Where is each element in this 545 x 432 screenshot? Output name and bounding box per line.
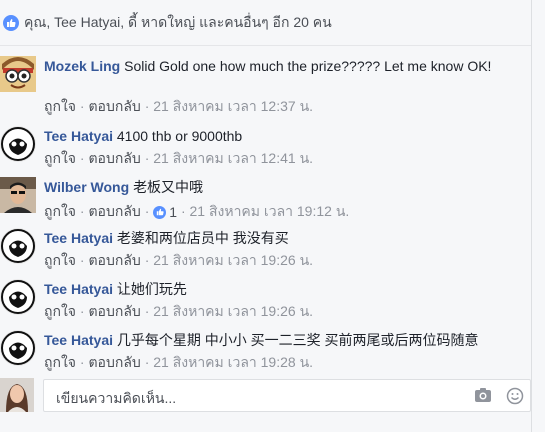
comment-input-placeholder: เขียนความคิดเห็น... — [56, 390, 177, 406]
comment-text: 让她们玩先 — [116, 281, 187, 297]
separator: · — [79, 252, 85, 268]
separator: · — [79, 203, 85, 219]
comment-actions: ถูกใจ · ตอบกลับ · 21 สิงหาคม เวลา 19:28 … — [44, 352, 313, 374]
comment-author[interactable]: Wilber Wong — [44, 179, 129, 195]
reply-link[interactable]: ตอบกลับ — [88, 150, 140, 166]
reply-link[interactable]: ตอบกลับ — [88, 354, 140, 370]
separator: · — [144, 98, 150, 114]
reaction-count-text: 1 — [169, 204, 178, 220]
thumbs-up-icon — [153, 205, 167, 219]
comment-timestamp[interactable]: 21 สิงหาคม เวลา 19:26 น. — [153, 303, 313, 319]
separator: · — [144, 203, 150, 219]
comment-text: 老板又中哦 — [133, 179, 204, 195]
reply-link[interactable]: ตอบกลับ — [88, 252, 140, 268]
comment-actions: ถูกใจ · ตอบกลับ · 21 สิงหาคม เวลา 12:37 … — [44, 96, 313, 118]
thumbs-up-icon — [3, 14, 19, 31]
separator: · — [79, 150, 85, 166]
comment-actions: ถูกใจ · ตอบกลับ · 21 สิงหาคม เวลา 19:26 … — [44, 301, 313, 323]
cartoon-avatar[interactable] — [0, 56, 36, 92]
comment-text: 4100 thb or 9000thb — [116, 128, 243, 144]
like-link[interactable]: ถูกใจ — [44, 303, 76, 319]
separator: · — [144, 150, 150, 166]
comment-actions: ถูกใจ · ตอบกลับ · 1 · 21 สิงหาคม เวลา 19… — [44, 201, 349, 223]
separator: · — [144, 354, 150, 370]
separator: · — [180, 203, 186, 219]
comment-timestamp[interactable]: 21 สิงหาคม เวลา 19:12 น. — [190, 203, 350, 219]
comment-timestamp[interactable]: 21 สิงหาคม เวลา 19:28 น. — [153, 354, 313, 370]
comment-author[interactable]: Tee Hatyai — [44, 230, 113, 246]
comment-input[interactable]: เขียนความคิดเห็น... — [43, 379, 531, 412]
scrollbar[interactable] — [531, 0, 545, 432]
separator: · — [79, 354, 85, 370]
comment-body: Wilber Wong 老板又中哦 — [44, 177, 530, 197]
comment-author[interactable]: Mozek Ling — [44, 58, 120, 74]
comment-timestamp[interactable]: 21 สิงหาคม เวลา 12:41 น. — [153, 150, 313, 166]
separator: · — [144, 252, 150, 268]
comment-body: Mozek Ling Solid Gold one how much the p… — [44, 56, 530, 76]
comment-author[interactable]: Tee Hatyai — [44, 128, 113, 144]
like-link[interactable]: ถูกใจ — [44, 252, 76, 268]
like-link[interactable]: ถูกใจ — [44, 354, 76, 370]
comment-author[interactable]: Tee Hatyai — [44, 281, 113, 297]
comment-body: Tee Hatyai 老婆和两位店员中 我没有买 — [44, 228, 530, 248]
photo-avatar[interactable] — [0, 177, 36, 213]
comment-composer: เขียนความคิดเห็น... — [0, 375, 545, 415]
reply-link[interactable]: ตอบกลับ — [88, 303, 140, 319]
emoji-icon[interactable] — [506, 387, 524, 408]
comment-text: 几乎每个星期 中小小 买一二三奖 买前两尾或后两位码随意 — [116, 332, 479, 348]
reaction-count[interactable]: 1 — [153, 204, 177, 220]
camera-icon[interactable] — [474, 387, 492, 406]
like-link[interactable]: ถูกใจ — [44, 150, 76, 166]
separator: · — [144, 303, 150, 319]
comment-text: 老婆和两位店员中 我没有买 — [116, 230, 289, 246]
comment-body: Tee Hatyai 几乎每个星期 中小小 买一二三奖 买前两尾或后两位码随意 — [44, 330, 530, 350]
comment-body: Tee Hatyai 4100 thb or 9000thb — [44, 126, 530, 146]
skull-avatar[interactable] — [0, 126, 36, 162]
reply-link[interactable]: ตอบกลับ — [88, 203, 140, 219]
comment-body: Tee Hatyai 让她们玩先 — [44, 279, 530, 299]
like-link[interactable]: ถูกใจ — [44, 203, 76, 219]
skull-avatar[interactable] — [0, 279, 36, 315]
user-avatar[interactable] — [0, 378, 34, 412]
likes-summary-text[interactable]: คุณ, Tee Hatyai, ดี้ หาดใหญ่ และคนอื่นๆ … — [24, 12, 332, 34]
comment-timestamp[interactable]: 21 สิงหาคม เวลา 12:37 น. — [153, 98, 313, 114]
like-link[interactable]: ถูกใจ — [44, 98, 76, 114]
comment-actions: ถูกใจ · ตอบกลับ · 21 สิงหาคม เวลา 12:41 … — [44, 148, 313, 170]
separator: · — [79, 303, 85, 319]
comment-text: Solid Gold one how much the prize????? L… — [124, 58, 492, 74]
likes-summary[interactable]: คุณ, Tee Hatyai, ดี้ หาดใหญ่ และคนอื่นๆ … — [0, 0, 545, 46]
comment-author[interactable]: Tee Hatyai — [44, 332, 113, 348]
skull-avatar[interactable] — [0, 228, 36, 264]
skull-avatar[interactable] — [0, 330, 36, 366]
reply-link[interactable]: ตอบกลับ — [88, 98, 140, 114]
separator: · — [79, 98, 85, 114]
comment-actions: ถูกใจ · ตอบกลับ · 21 สิงหาคม เวลา 19:26 … — [44, 250, 313, 272]
comment-timestamp[interactable]: 21 สิงหาคม เวลา 19:26 น. — [153, 252, 313, 268]
